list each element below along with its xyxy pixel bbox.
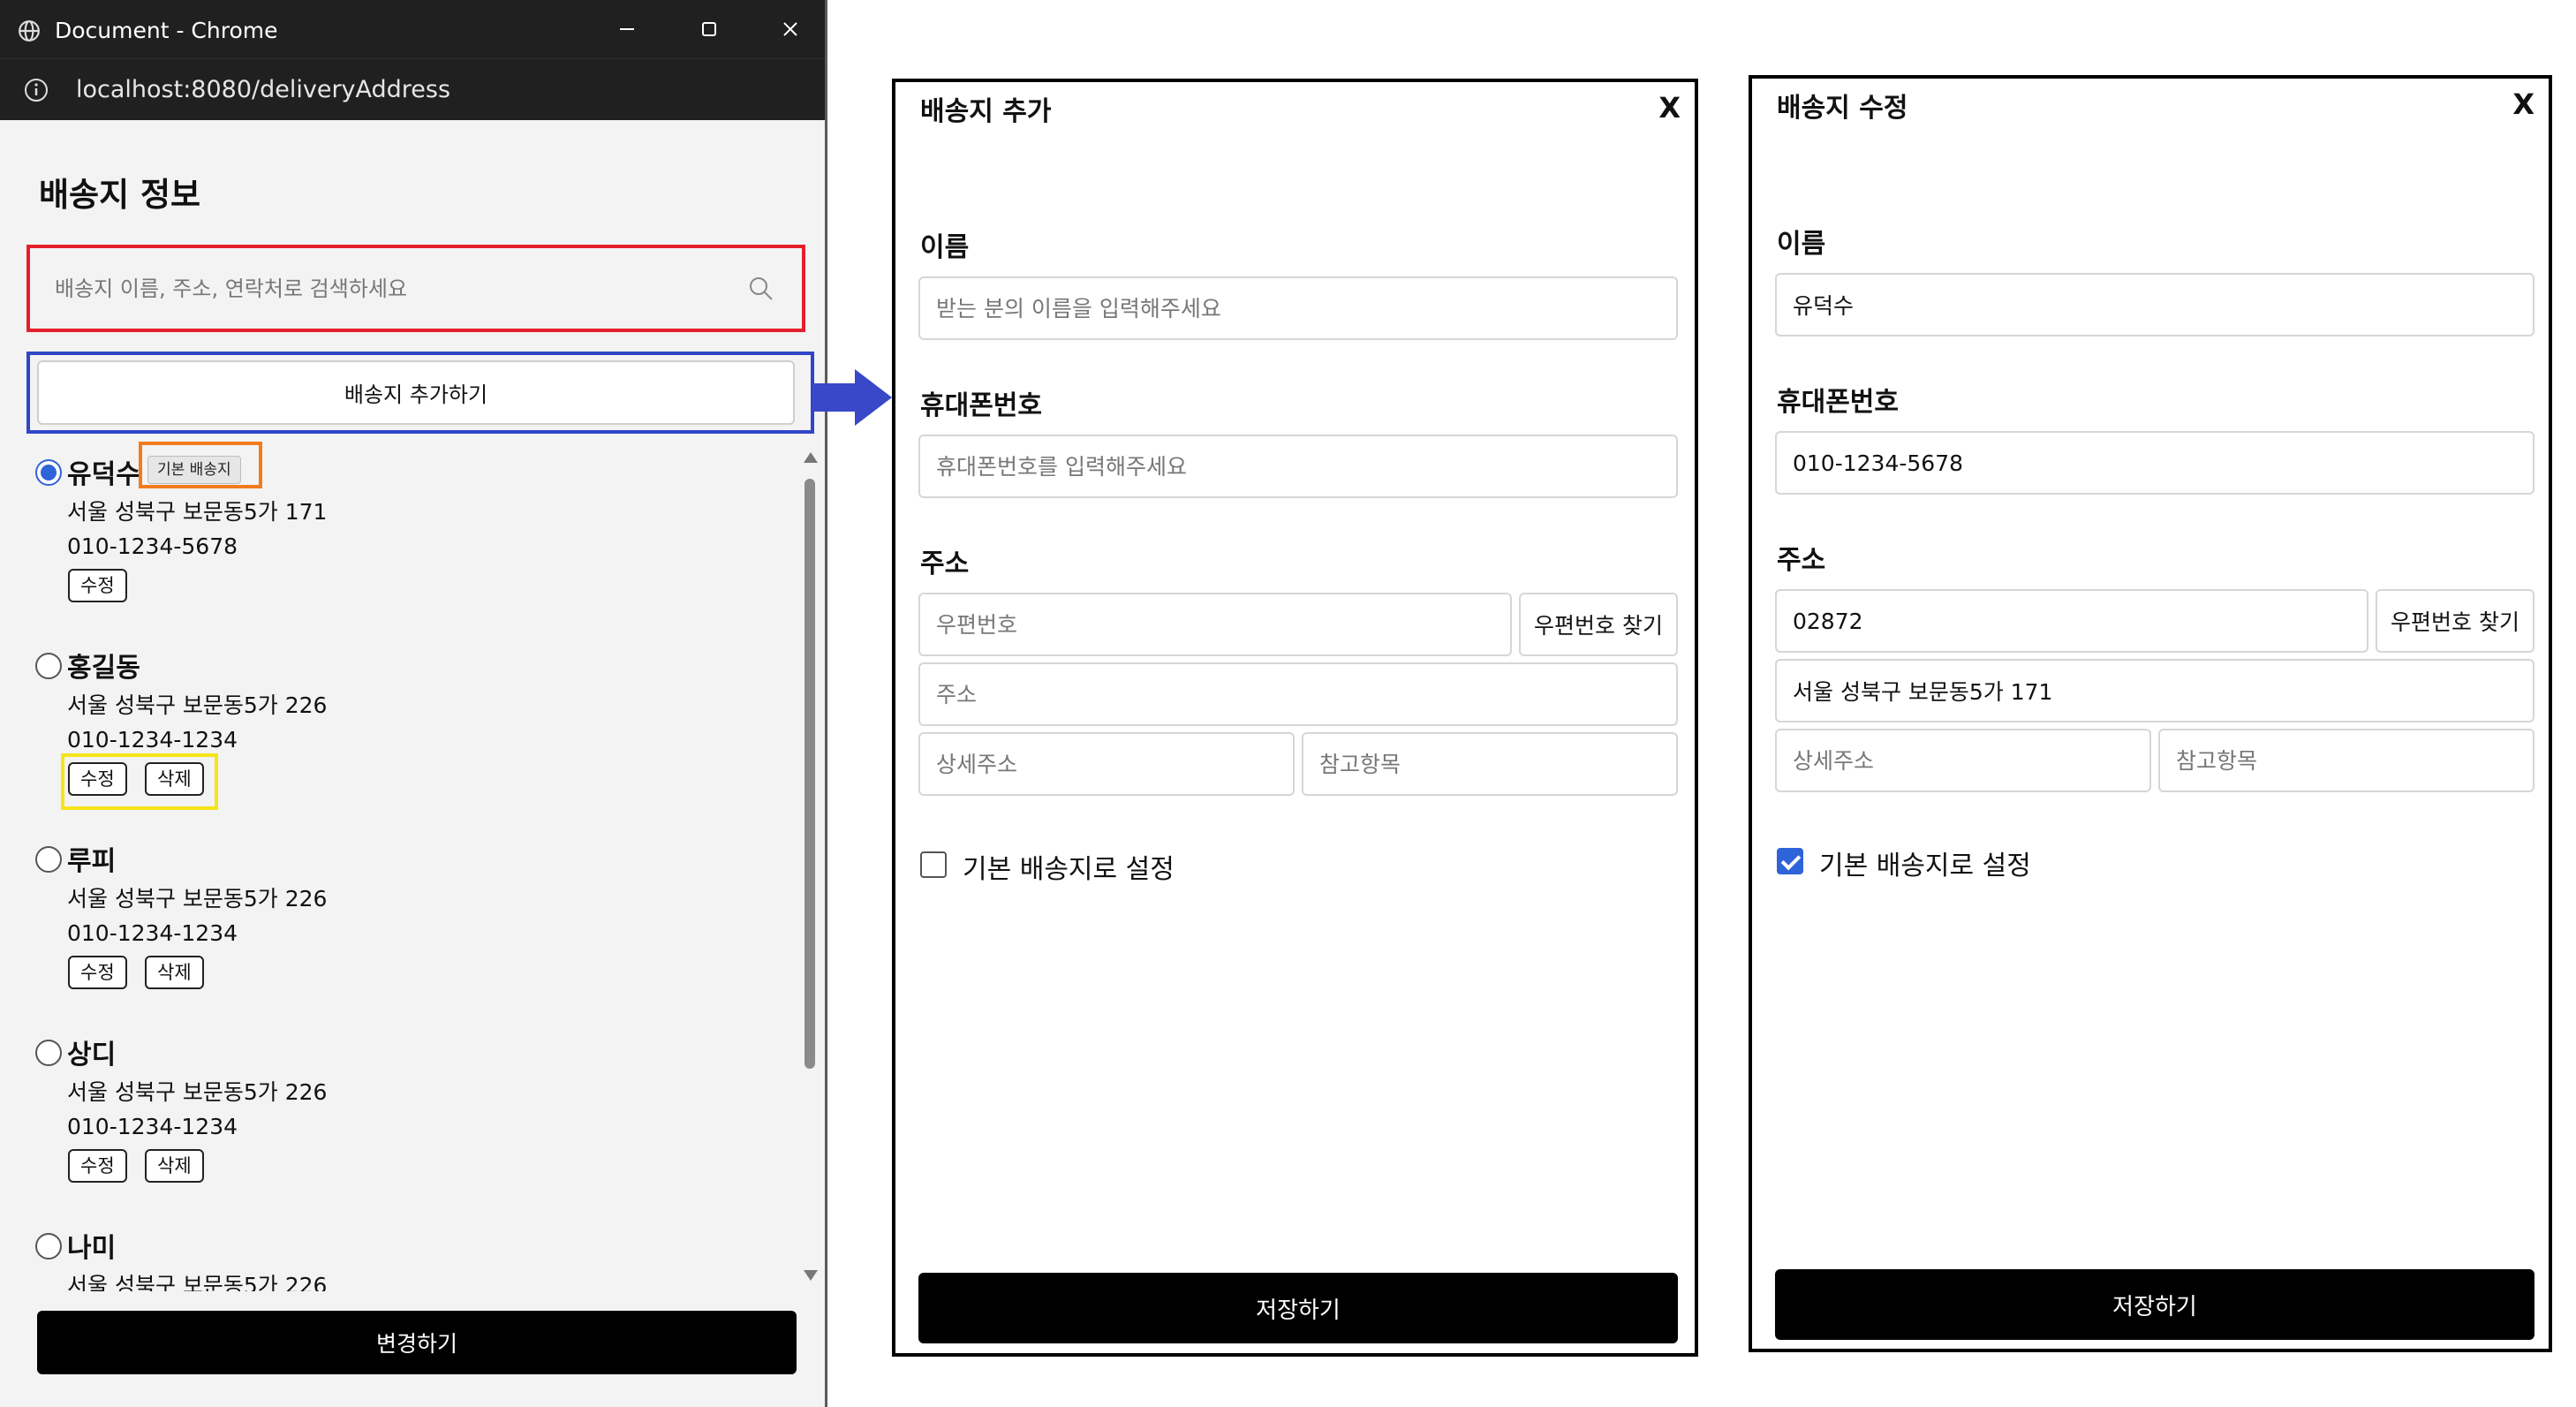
info-icon[interactable] bbox=[23, 77, 49, 103]
reference-input[interactable] bbox=[1302, 732, 1678, 796]
address-text: 서울 성북구 보문동5가 226 bbox=[67, 692, 328, 718]
add-button-highlight-box bbox=[26, 352, 814, 434]
address-item: 나미 서울 성북구 보문동5가 226 bbox=[0, 1217, 795, 1291]
phone-text: 010-1234-1234 bbox=[67, 1114, 238, 1139]
default-address-label[interactable]: 기본 배송지로 설정 bbox=[1819, 843, 2031, 882]
address-text: 서울 성북구 보문동5가 226 bbox=[67, 886, 328, 912]
zipcode-input[interactable] bbox=[1775, 589, 2368, 653]
phone-text: 010-1234-1234 bbox=[67, 920, 238, 946]
badge-highlight-box bbox=[139, 442, 262, 488]
window-titlebar: Document - Chrome bbox=[0, 0, 825, 58]
save-button[interactable]: 저장하기 bbox=[918, 1273, 1678, 1343]
name-label: 이름 bbox=[1777, 229, 1826, 260]
phone-input[interactable] bbox=[1775, 431, 2534, 495]
scroll-thumb[interactable] bbox=[805, 479, 815, 1069]
address-bar[interactable]: localhost:8080/deliveryAddress bbox=[0, 58, 825, 120]
address-item: 상디 서울 성북구 보문동5가 226 010-1234-1234 수정 삭제 bbox=[0, 1024, 795, 1216]
scroll-up-arrow-icon[interactable] bbox=[804, 452, 818, 463]
detail-address-input[interactable] bbox=[1775, 729, 2151, 792]
default-address-checkbox[interactable] bbox=[1777, 848, 1803, 874]
modal-title: 배송지 추가 bbox=[920, 96, 1052, 127]
right-arrow-icon bbox=[812, 369, 892, 426]
default-address-checkbox[interactable] bbox=[920, 851, 947, 878]
address-label: 주소 bbox=[920, 548, 970, 579]
page-title: 배송지 정보 bbox=[39, 176, 201, 214]
delete-button[interactable]: 삭제 bbox=[145, 1149, 204, 1183]
phone-text: 010-1234-5678 bbox=[67, 533, 238, 559]
close-button[interactable]: X bbox=[2512, 87, 2534, 121]
search-highlight-box bbox=[26, 245, 805, 332]
close-button[interactable]: X bbox=[1658, 91, 1681, 125]
window-title: Document - Chrome bbox=[55, 18, 278, 43]
phone-label: 휴대폰번호 bbox=[1777, 387, 1899, 418]
add-address-modal: 배송지 추가 X 이름 휴대폰번호 주소 우편번호 찾기 기본 배송지로 설정 … bbox=[892, 79, 1698, 1357]
reference-input[interactable] bbox=[2158, 729, 2534, 792]
address-radio[interactable] bbox=[35, 1233, 62, 1259]
edit-address-modal: 배송지 수정 X 이름 휴대폰번호 주소 우편번호 찾기 기본 배송지로 설정 … bbox=[1749, 75, 2552, 1352]
address-radio[interactable] bbox=[35, 1040, 62, 1066]
globe-icon bbox=[19, 20, 40, 42]
address-text: 서울 성북구 보문동5가 226 bbox=[67, 1273, 328, 1291]
address-text: 서울 성북구 보문동5가 226 bbox=[67, 1079, 328, 1105]
recipient-name: 상디 bbox=[67, 1040, 117, 1070]
list-scrollbar[interactable] bbox=[800, 449, 820, 1288]
recipient-name: 홍길동 bbox=[67, 653, 140, 684]
recipient-name: 유덕수 bbox=[67, 459, 140, 490]
edit-button[interactable]: 수정 bbox=[68, 569, 127, 602]
default-address-label[interactable]: 기본 배송지로 설정 bbox=[963, 847, 1175, 886]
address-label: 주소 bbox=[1777, 545, 1826, 576]
detail-address-input[interactable] bbox=[918, 732, 1295, 796]
phone-text: 010-1234-1234 bbox=[67, 727, 238, 753]
address-list: 유덕수 기본 배송지 서울 성북구 보문동5가 171 010-1234-567… bbox=[0, 443, 799, 1291]
maximize-icon[interactable] bbox=[696, 16, 722, 42]
recipient-name: 나미 bbox=[67, 1233, 117, 1264]
phone-label: 휴대폰번호 bbox=[920, 390, 1042, 421]
address-input[interactable] bbox=[918, 662, 1678, 726]
zipcode-input[interactable] bbox=[918, 593, 1512, 656]
scroll-down-arrow-icon[interactable] bbox=[804, 1270, 818, 1281]
phone-input[interactable] bbox=[918, 435, 1678, 498]
address-item: 루피 서울 성북구 보문동5가 226 010-1234-1234 수정 삭제 bbox=[0, 830, 795, 1023]
recipient-name: 루피 bbox=[67, 846, 117, 877]
minimize-icon[interactable] bbox=[614, 16, 640, 42]
name-label: 이름 bbox=[920, 232, 970, 263]
change-button[interactable]: 변경하기 bbox=[37, 1311, 797, 1374]
find-zipcode-button[interactable]: 우편번호 찾기 bbox=[2376, 589, 2534, 653]
address-item: 유덕수 기본 배송지 서울 성북구 보문동5가 171 010-1234-567… bbox=[0, 443, 795, 636]
address-radio[interactable] bbox=[35, 459, 62, 486]
url-text[interactable]: localhost:8080/deliveryAddress bbox=[76, 76, 450, 103]
name-input[interactable] bbox=[1775, 273, 2534, 337]
browser-window: Document - Chrome localhost:8080/deliver… bbox=[0, 0, 827, 1407]
close-window-icon[interactable] bbox=[777, 16, 804, 42]
edit-button[interactable]: 수정 bbox=[68, 1149, 127, 1183]
edit-button[interactable]: 수정 bbox=[68, 956, 127, 989]
buttons-highlight-box bbox=[61, 753, 218, 810]
name-input[interactable] bbox=[918, 276, 1678, 340]
find-zipcode-button[interactable]: 우편번호 찾기 bbox=[1519, 593, 1678, 656]
address-text: 서울 성북구 보문동5가 171 bbox=[67, 499, 328, 525]
modal-title: 배송지 수정 bbox=[1777, 93, 1908, 124]
address-input[interactable] bbox=[1775, 659, 2534, 722]
address-radio[interactable] bbox=[35, 846, 62, 873]
delete-button[interactable]: 삭제 bbox=[145, 956, 204, 989]
address-radio[interactable] bbox=[35, 653, 62, 679]
save-button[interactable]: 저장하기 bbox=[1775, 1269, 2534, 1340]
